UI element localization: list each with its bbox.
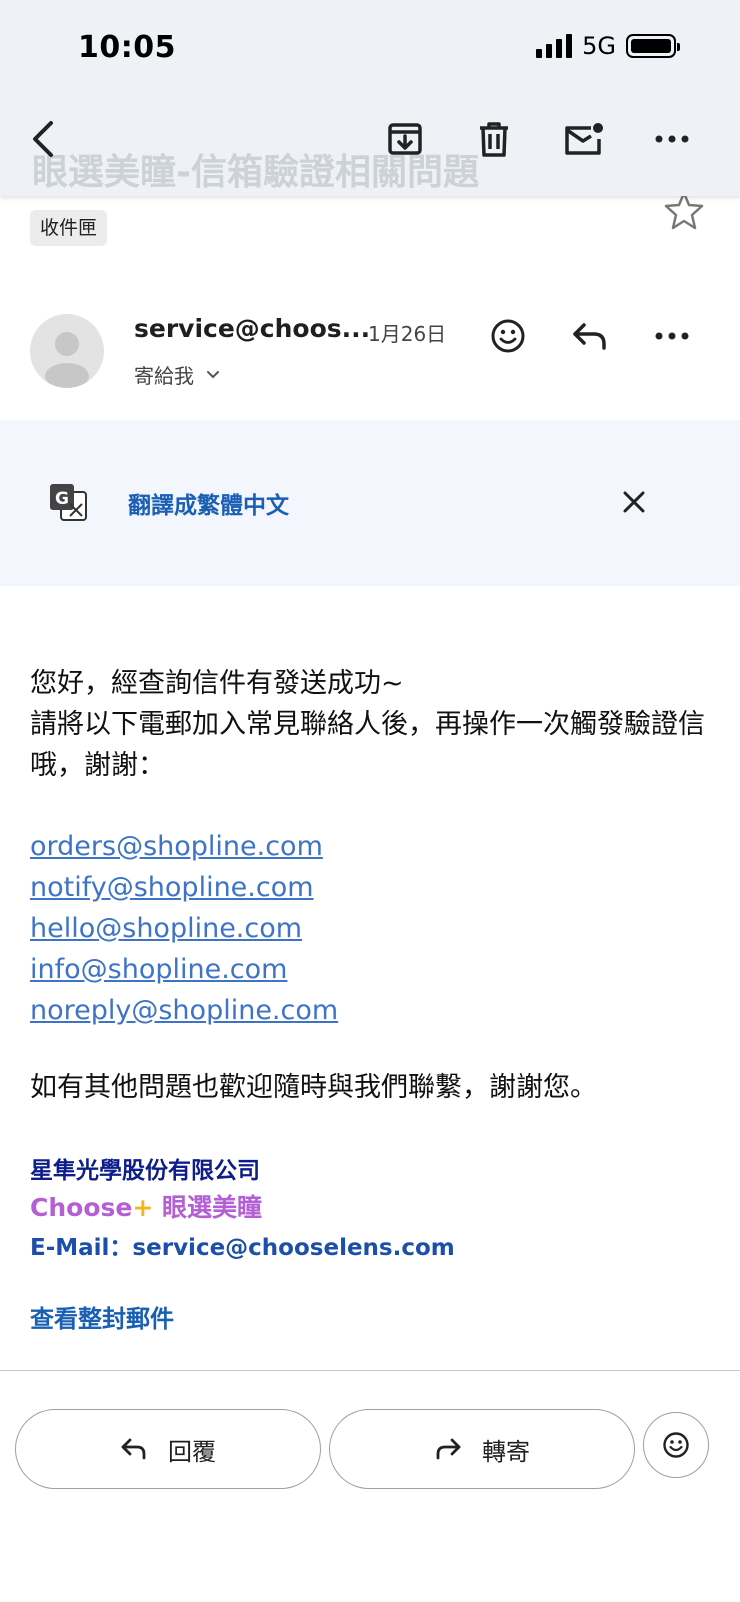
react-emoji-button[interactable] [484, 312, 532, 360]
email-link[interactable]: hello@shopline.com [30, 908, 338, 949]
back-button[interactable] [20, 115, 68, 163]
email-link[interactable]: orders@shopline.com [30, 826, 338, 867]
message-body: 您好，經查詢信件有發送成功~ 請將以下電郵加入常見聯絡人後，再操作一次觸發驗證信… [30, 663, 710, 786]
forward-pill-button[interactable]: 轉寄 [329, 1409, 635, 1489]
battery-icon [626, 34, 680, 58]
signature-company: 星隼光學股份有限公司 [30, 1158, 260, 1184]
status-time: 10:05 [78, 30, 176, 65]
email-list: orders@shopline.com notify@shopline.com … [30, 826, 338, 1031]
emoji-icon [663, 1432, 689, 1458]
email-link[interactable]: notify@shopline.com [30, 867, 338, 908]
email-link[interactable]: noreply@shopline.com [30, 990, 338, 1031]
trash-icon [480, 122, 508, 157]
more-icon [655, 135, 689, 143]
emoji-reaction-button[interactable] [643, 1412, 709, 1478]
chevron-down-icon [207, 370, 219, 378]
email-link[interactable]: info@shopline.com [30, 949, 338, 990]
signature-email[interactable]: E-Mail：service@chooselens.com [30, 1228, 455, 1262]
status-icons: 5G [536, 32, 680, 60]
archive-icon [388, 123, 422, 155]
brand-name: 眼選美瞳 [153, 1193, 263, 1222]
reply-icon [573, 323, 606, 350]
message-more-button[interactable] [648, 312, 696, 360]
closing-line: 如有其他問題也歡迎隨時與我們聯繫，謝謝您。 [30, 1072, 597, 1103]
brand-plus: + [132, 1193, 154, 1222]
forward-icon [436, 1438, 461, 1460]
network-label: 5G [582, 32, 616, 60]
top-bar: 10:05 5G 眼選美瞳-信箱驗證相關問題 [0, 0, 740, 196]
recipient-label: 寄給我 [134, 364, 194, 388]
sender-name[interactable]: service@choos... [134, 314, 370, 343]
recipient-details-toggle[interactable]: 寄給我 [134, 360, 220, 389]
mail-unread-icon [565, 123, 603, 155]
archive-button[interactable] [381, 115, 429, 163]
forward-label: 轉寄 [482, 1437, 530, 1466]
more-options-button[interactable] [648, 115, 696, 163]
person-icon [45, 332, 89, 388]
reply-pill-button[interactable]: 回覆 [15, 1409, 321, 1489]
body-line: 您好，經查詢信件有發送成功~ [30, 668, 404, 699]
more-icon [655, 332, 689, 340]
divider [0, 1370, 740, 1371]
body-line: 請將以下電郵加入常見聯絡人後，再操作一次觸發驗證信哦，謝謝： [30, 709, 705, 781]
signal-icon [536, 34, 573, 58]
brand-prefix: Choose [30, 1193, 133, 1222]
close-icon [623, 491, 645, 513]
svg-text:G: G [55, 489, 69, 509]
reply-icon [121, 1438, 146, 1460]
reply-button[interactable] [566, 312, 614, 360]
translate-close-button[interactable] [614, 482, 654, 522]
delete-button[interactable] [470, 115, 518, 163]
view-entire-message-link[interactable]: 查看整封郵件 [30, 1299, 174, 1334]
mark-unread-button[interactable] [559, 115, 607, 163]
back-arrow-icon [33, 121, 53, 157]
inbox-label-chip[interactable]: 收件匣 [30, 210, 108, 246]
sender-avatar[interactable] [30, 314, 104, 388]
translate-icon: G [48, 482, 88, 522]
translate-link[interactable]: 翻譯成繁體中文 [128, 486, 289, 520]
message-date: 1月26日 [368, 322, 447, 346]
translate-banner: G 翻譯成繁體中文 [0, 420, 740, 586]
reply-label: 回覆 [168, 1437, 216, 1466]
emoji-icon [491, 319, 525, 353]
signature-brand: Choose+ 眼選美瞳 [30, 1188, 262, 1224]
email-view: 10:05 5G 眼選美瞳-信箱驗證相關問題 收件匣 service@choos… [0, 0, 740, 1602]
